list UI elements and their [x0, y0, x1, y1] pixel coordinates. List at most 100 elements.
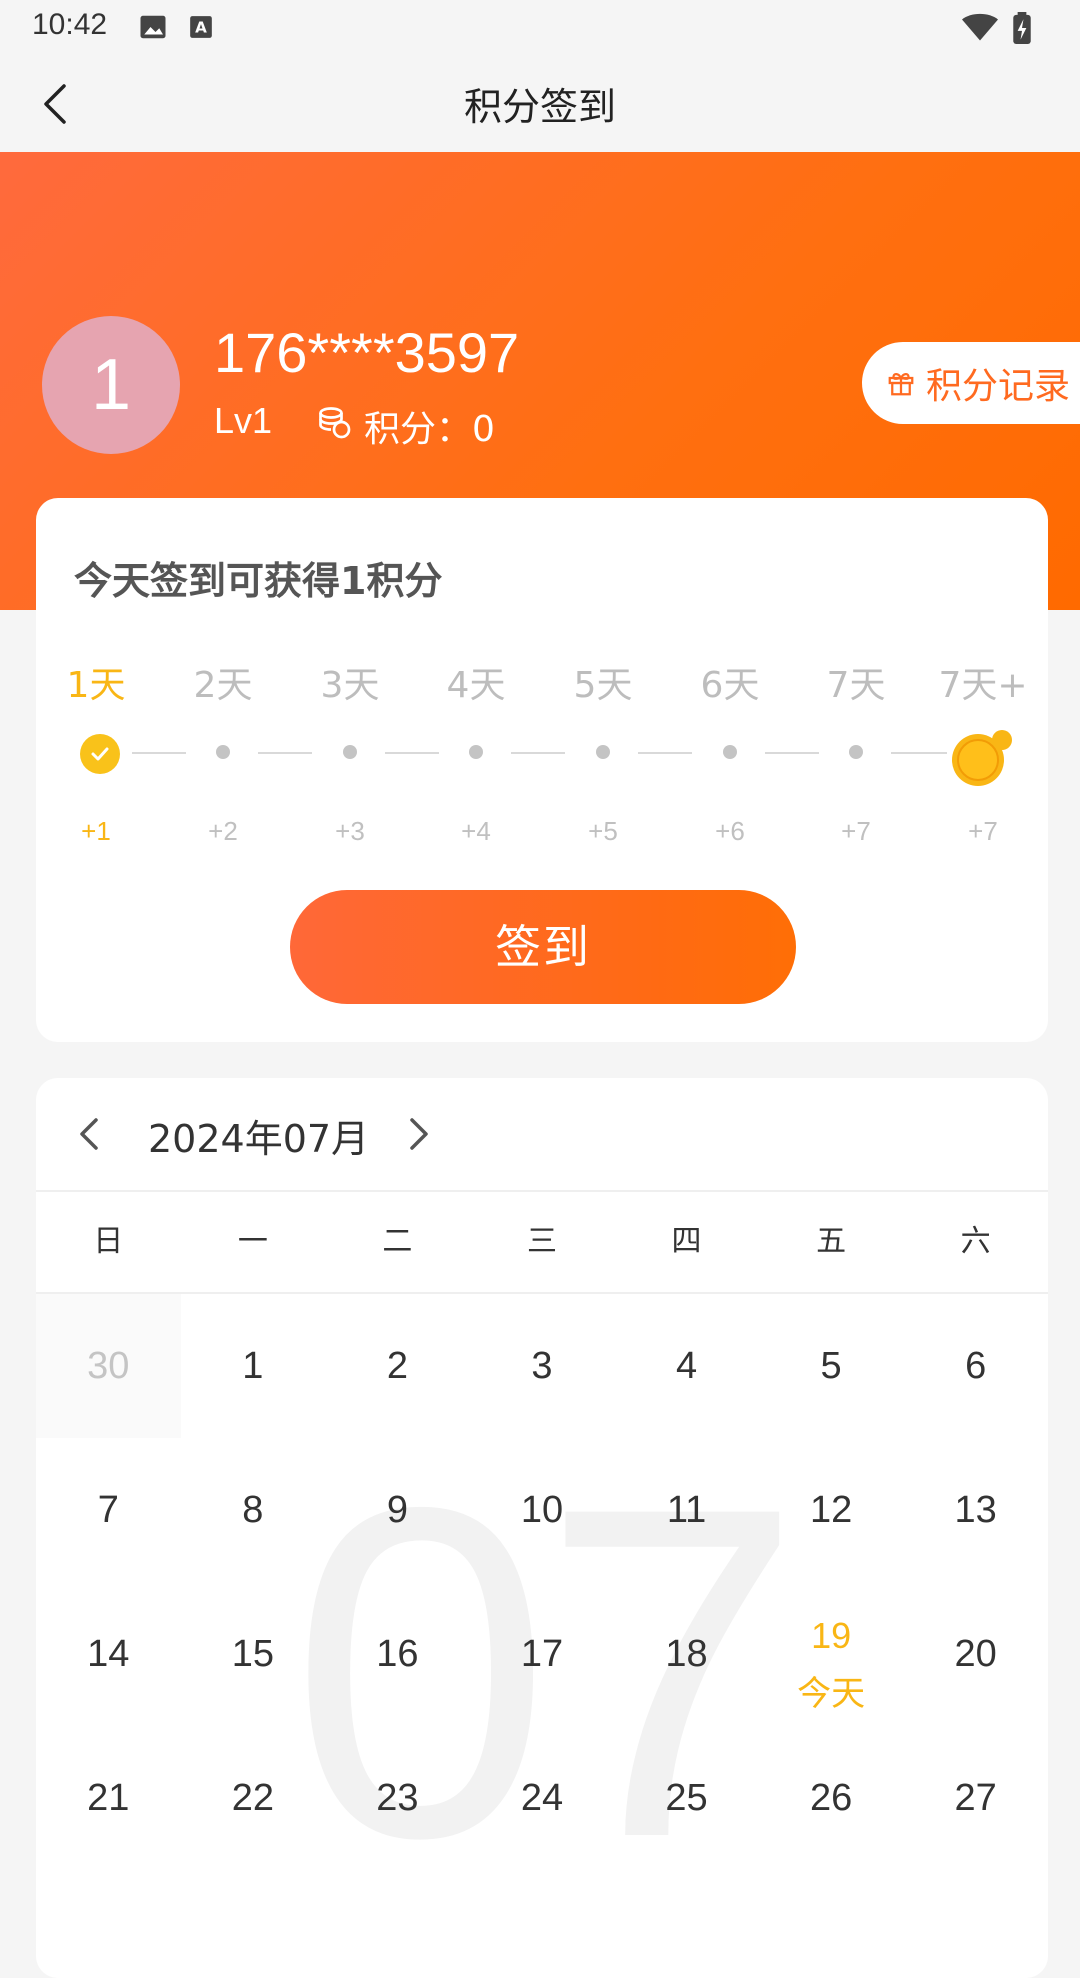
day-number: 16 — [376, 1633, 419, 1675]
calendar-day[interactable]: 4 — [614, 1294, 759, 1438]
calendar-day[interactable]: 26 — [759, 1726, 904, 1870]
calendar-day[interactable]: 24 — [470, 1726, 615, 1870]
day-label: 7天 — [826, 665, 886, 706]
day-number: 27 — [954, 1777, 997, 1819]
progress-dot — [849, 745, 863, 759]
calendar-day[interactable]: 18 — [614, 1582, 759, 1726]
user-level: Lv1 — [214, 400, 273, 441]
signin-button[interactable]: 签到 — [290, 890, 796, 1004]
weekday-label: 三 — [526, 1224, 557, 1259]
bonus-points: +1 — [81, 816, 111, 846]
calendar-day[interactable]: 5 — [759, 1294, 904, 1438]
day-number: 30 — [87, 1345, 130, 1387]
calendar-day[interactable]: 10 — [470, 1438, 615, 1582]
weekday-label: 一 — [237, 1224, 268, 1259]
day-number: 17 — [520, 1633, 564, 1675]
calendar-day[interactable]: 17 — [470, 1582, 615, 1726]
calendar-day[interactable]: 14 — [36, 1582, 181, 1726]
weekday-row: 日 一 二 三 四 五 六 — [36, 1192, 1048, 1294]
day-number: 7 — [97, 1489, 119, 1531]
bonus-points: +4 — [461, 816, 491, 846]
day-number: 19 — [811, 1615, 852, 1656]
progress-dot — [596, 745, 610, 759]
day-number: 10 — [520, 1489, 564, 1531]
bonus-points: +6 — [715, 816, 745, 846]
signin-card: 今天签到可获得1积分 1天 2天 3天 4天 5天 6天 7天 7天+ +1 +… — [36, 498, 1048, 1042]
image-icon — [140, 15, 166, 39]
calendar-day[interactable]: 23 — [325, 1726, 470, 1870]
progress-line — [891, 752, 947, 754]
day-number: 15 — [231, 1633, 274, 1675]
calendar-day[interactable]: 13 — [903, 1438, 1048, 1582]
day-number: 6 — [965, 1345, 987, 1387]
calendar-day[interactable]: 20 — [903, 1582, 1048, 1726]
day-number: 2 — [386, 1345, 408, 1387]
calendar-month: 2024年07月 — [148, 1117, 370, 1161]
calendar-day[interactable]: 8 — [181, 1438, 326, 1582]
calendar-day[interactable]: 12 — [759, 1438, 904, 1582]
calendar: 07 2024年07月 日 一 二 三 四 五 六 30 1 2 3 4 5 6 7 8 9 10 1… — [36, 1078, 1048, 1978]
points-balance: 积分：0 — [364, 409, 495, 450]
calendar-day[interactable]: 21 — [36, 1726, 181, 1870]
bonus-points: +5 — [588, 816, 618, 846]
points-record-button[interactable]: 积分记录 — [862, 342, 1080, 424]
calendar-day[interactable]: 7 — [36, 1438, 181, 1582]
day-number: 24 — [520, 1777, 564, 1819]
accessibility-icon: A — [190, 16, 212, 38]
weekday-label: 五 — [816, 1224, 847, 1259]
day-number: 26 — [809, 1777, 853, 1819]
progress-dot — [723, 745, 737, 759]
calendar-day[interactable]: 1 — [181, 1294, 326, 1438]
signed-check-icon — [80, 734, 120, 774]
calendar-day[interactable]: 3 — [470, 1294, 615, 1438]
calendar-day[interactable]: 16 — [325, 1582, 470, 1726]
status-bar: 10:42 A — [0, 0, 1080, 60]
points-record-label: 积分记录 — [926, 366, 1071, 407]
calendar-day[interactable]: 9 — [325, 1438, 470, 1582]
day-number: 1 — [242, 1345, 264, 1387]
weekday-label: 日 — [93, 1224, 124, 1259]
calendar-day[interactable]: 6 — [903, 1294, 1048, 1438]
bonus-points: +2 — [208, 816, 238, 846]
calendar-day[interactable]: 27 — [903, 1726, 1048, 1870]
page-title: 积分签到 — [463, 85, 616, 129]
wifi-icon — [962, 13, 998, 41]
today-label: 今天 — [797, 1674, 866, 1714]
avatar: 1 — [42, 316, 180, 454]
day-number: 18 — [665, 1633, 708, 1675]
progress-dot — [343, 745, 357, 759]
day-number: 9 — [386, 1489, 408, 1531]
chevron-left-icon[interactable] — [70, 1114, 110, 1154]
day-number: 3 — [531, 1345, 553, 1387]
progress-line — [765, 752, 819, 754]
calendar-day[interactable]: 15 — [181, 1582, 326, 1726]
progress-dot — [469, 745, 483, 759]
day-number: 12 — [809, 1489, 853, 1531]
day-label: 5天 — [573, 665, 633, 706]
coin-reward-icon — [952, 730, 1012, 786]
day-number: 25 — [665, 1777, 708, 1819]
calendar-day[interactable]: 30 — [36, 1294, 181, 1438]
calendar-day[interactable]: 2 — [325, 1294, 470, 1438]
progress-dot — [216, 745, 230, 759]
gift-icon — [888, 372, 914, 396]
day-label: 4天 — [446, 665, 506, 706]
weekday-label: 二 — [382, 1224, 413, 1259]
day-number: 21 — [87, 1777, 130, 1819]
progress-line — [132, 752, 186, 754]
day-label: 6天 — [700, 665, 760, 706]
calendar-day[interactable]: 11 — [614, 1438, 759, 1582]
calendar-day[interactable]: 22 — [181, 1726, 326, 1870]
calendar-header: 2024年07月 — [36, 1078, 1048, 1192]
user-phone: 176****3597 — [214, 321, 520, 384]
progress-line — [385, 752, 439, 754]
day-number: 5 — [820, 1345, 842, 1387]
status-time: 10:42 — [32, 8, 108, 41]
day-label: 2天 — [193, 665, 253, 706]
coins-icon — [319, 407, 351, 439]
chevron-right-icon[interactable] — [398, 1114, 438, 1154]
calendar-day[interactable]: 25 — [614, 1726, 759, 1870]
calendar-day[interactable]: 19 今天 — [759, 1582, 904, 1726]
signin-title: 今天签到可获得1积分 — [74, 559, 443, 603]
day-number: 4 — [675, 1345, 698, 1387]
